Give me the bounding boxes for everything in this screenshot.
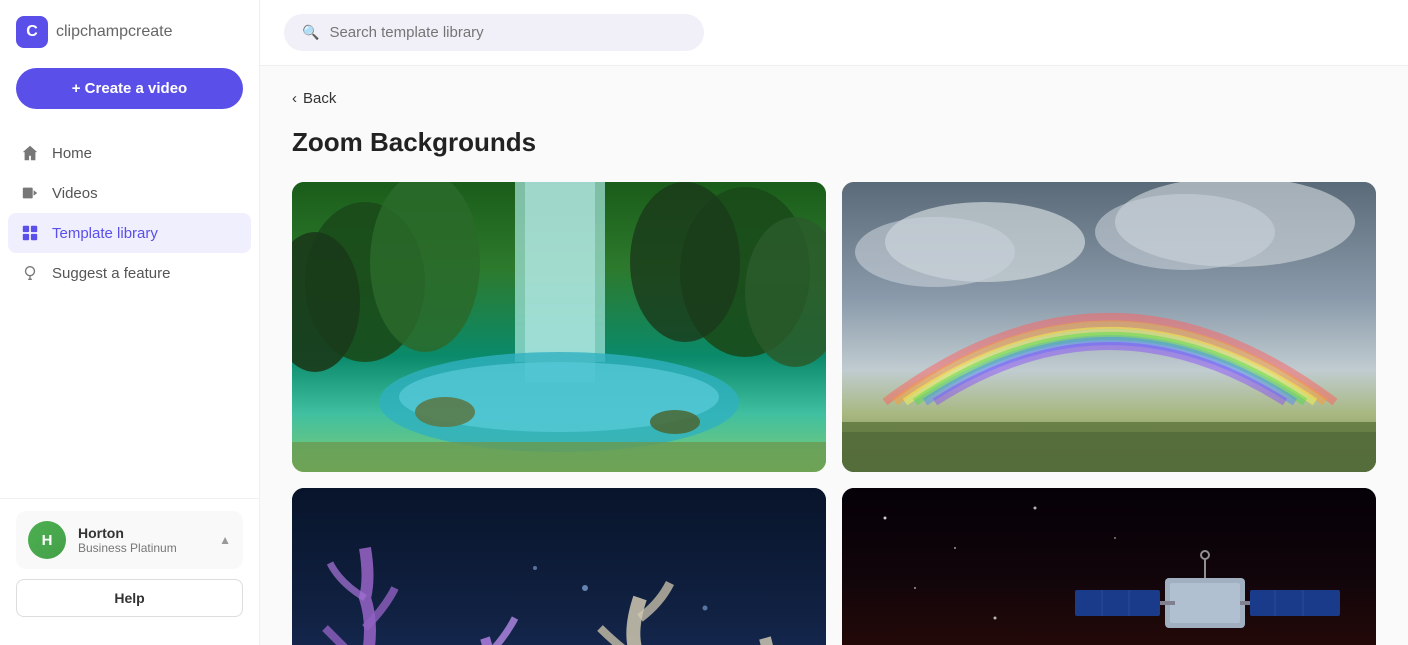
user-plan: Business Platinum [78,541,207,555]
template-card-underwater[interactable] [292,488,826,645]
template-icon [20,223,40,243]
top-bar: 🔍 [260,0,1408,66]
sidebar-item-suggest-feature-label: Suggest a feature [52,265,170,282]
search-input[interactable] [329,24,686,41]
nav-items: Home Videos Template library Suggest a f… [0,133,259,498]
search-box[interactable]: 🔍 [284,14,704,51]
avatar: H [28,521,66,559]
app-logo-icon: C [16,16,48,48]
template-card-waterfall[interactable] [292,182,826,472]
home-icon [20,143,40,163]
page-title: Zoom Backgrounds [292,127,1376,158]
template-card-space-satellite[interactable] [842,488,1376,645]
user-card[interactable]: H Horton Business Platinum ▲ [16,511,243,569]
back-button[interactable]: ‹ Back [292,90,336,107]
sidebar-item-videos[interactable]: Videos [8,173,251,213]
sidebar-item-home[interactable]: Home [8,133,251,173]
user-info: Horton Business Platinum [78,525,207,555]
back-chevron-icon: ‹ [292,90,297,107]
sidebar-item-template-library-label: Template library [52,225,158,242]
sidebar-item-suggest-feature[interactable]: Suggest a feature [8,253,251,293]
help-button[interactable]: Help [16,579,243,617]
videos-icon [20,183,40,203]
sidebar-item-template-library[interactable]: Template library [8,213,251,253]
sidebar: C clipchampcreate + Create a video Home … [0,0,260,645]
user-name: Horton [78,525,207,541]
chevron-up-icon: ▲ [219,533,231,547]
template-card-sky-rainbow[interactable] [842,182,1376,472]
sidebar-bottom: H Horton Business Platinum ▲ Help [0,498,259,629]
create-video-button[interactable]: + Create a video [16,68,243,109]
sidebar-item-home-label: Home [52,145,92,162]
templates-grid [292,182,1376,645]
app-logo-text: clipchampcreate [56,23,173,41]
main-area: 🔍 ‹ Back Zoom Backgrounds [260,0,1408,645]
suggest-icon [20,263,40,283]
content-area: ‹ Back Zoom Backgrounds [260,66,1408,645]
sidebar-item-videos-label: Videos [52,185,98,202]
back-label: Back [303,90,336,107]
logo-area: C clipchampcreate [0,16,259,68]
search-icon: 🔍 [302,24,319,41]
